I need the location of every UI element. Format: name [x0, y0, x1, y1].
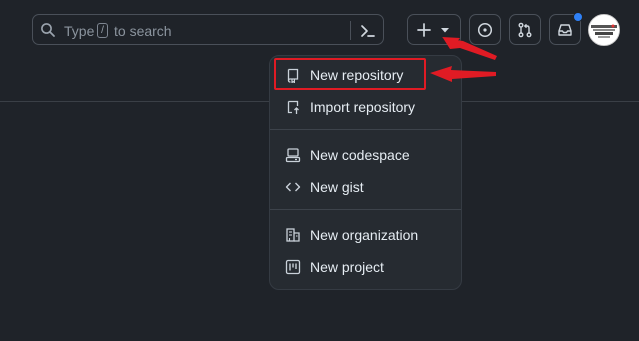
menu-item-new-codespace[interactable]: New codespace — [278, 141, 455, 169]
menu-item-new-project[interactable]: New project — [278, 253, 455, 281]
project-icon — [285, 259, 301, 275]
git-pull-request-icon — [518, 22, 532, 38]
menu-item-label: New gist — [310, 179, 364, 195]
issue-opened-icon — [477, 22, 493, 38]
plus-icon — [417, 23, 431, 37]
avatar-image — [589, 15, 619, 45]
code-icon — [285, 182, 301, 192]
issues-button[interactable] — [469, 14, 501, 45]
create-new-button[interactable] — [407, 14, 461, 45]
command-palette-icon[interactable] — [358, 21, 378, 41]
menu-item-new-gist[interactable]: New gist — [278, 173, 455, 201]
search-divider — [350, 21, 351, 40]
menu-item-import-repository[interactable]: Import repository — [278, 93, 455, 121]
notification-indicator — [573, 12, 583, 22]
menu-item-label: New organization — [310, 227, 419, 243]
avatar[interactable] — [588, 14, 620, 46]
search-input[interactable]: Type / to search — [32, 14, 384, 45]
menu-item-label: Import repository — [310, 99, 416, 115]
annotation-highlight-box — [274, 58, 426, 90]
codespaces-icon — [285, 148, 301, 163]
menu-divider — [270, 129, 461, 130]
search-icon — [41, 23, 55, 37]
repo-push-icon — [287, 100, 299, 114]
triangle-down-icon — [441, 28, 449, 33]
pull-requests-button[interactable] — [509, 14, 541, 45]
menu-item-new-organization[interactable]: New organization — [278, 221, 455, 249]
inbox-icon — [558, 24, 572, 36]
menu-item-label: New codespace — [310, 147, 410, 163]
menu-divider — [270, 209, 461, 210]
search-placeholder-prefix: Type — [64, 23, 95, 39]
menu-item-label: New project — [310, 259, 384, 275]
create-new-dropdown-menu: New repository Import repository New cod… — [269, 55, 462, 290]
organization-icon — [286, 228, 300, 242]
search-placeholder-suffix: to search — [114, 23, 172, 39]
search-shortcut-key: / — [97, 23, 108, 38]
